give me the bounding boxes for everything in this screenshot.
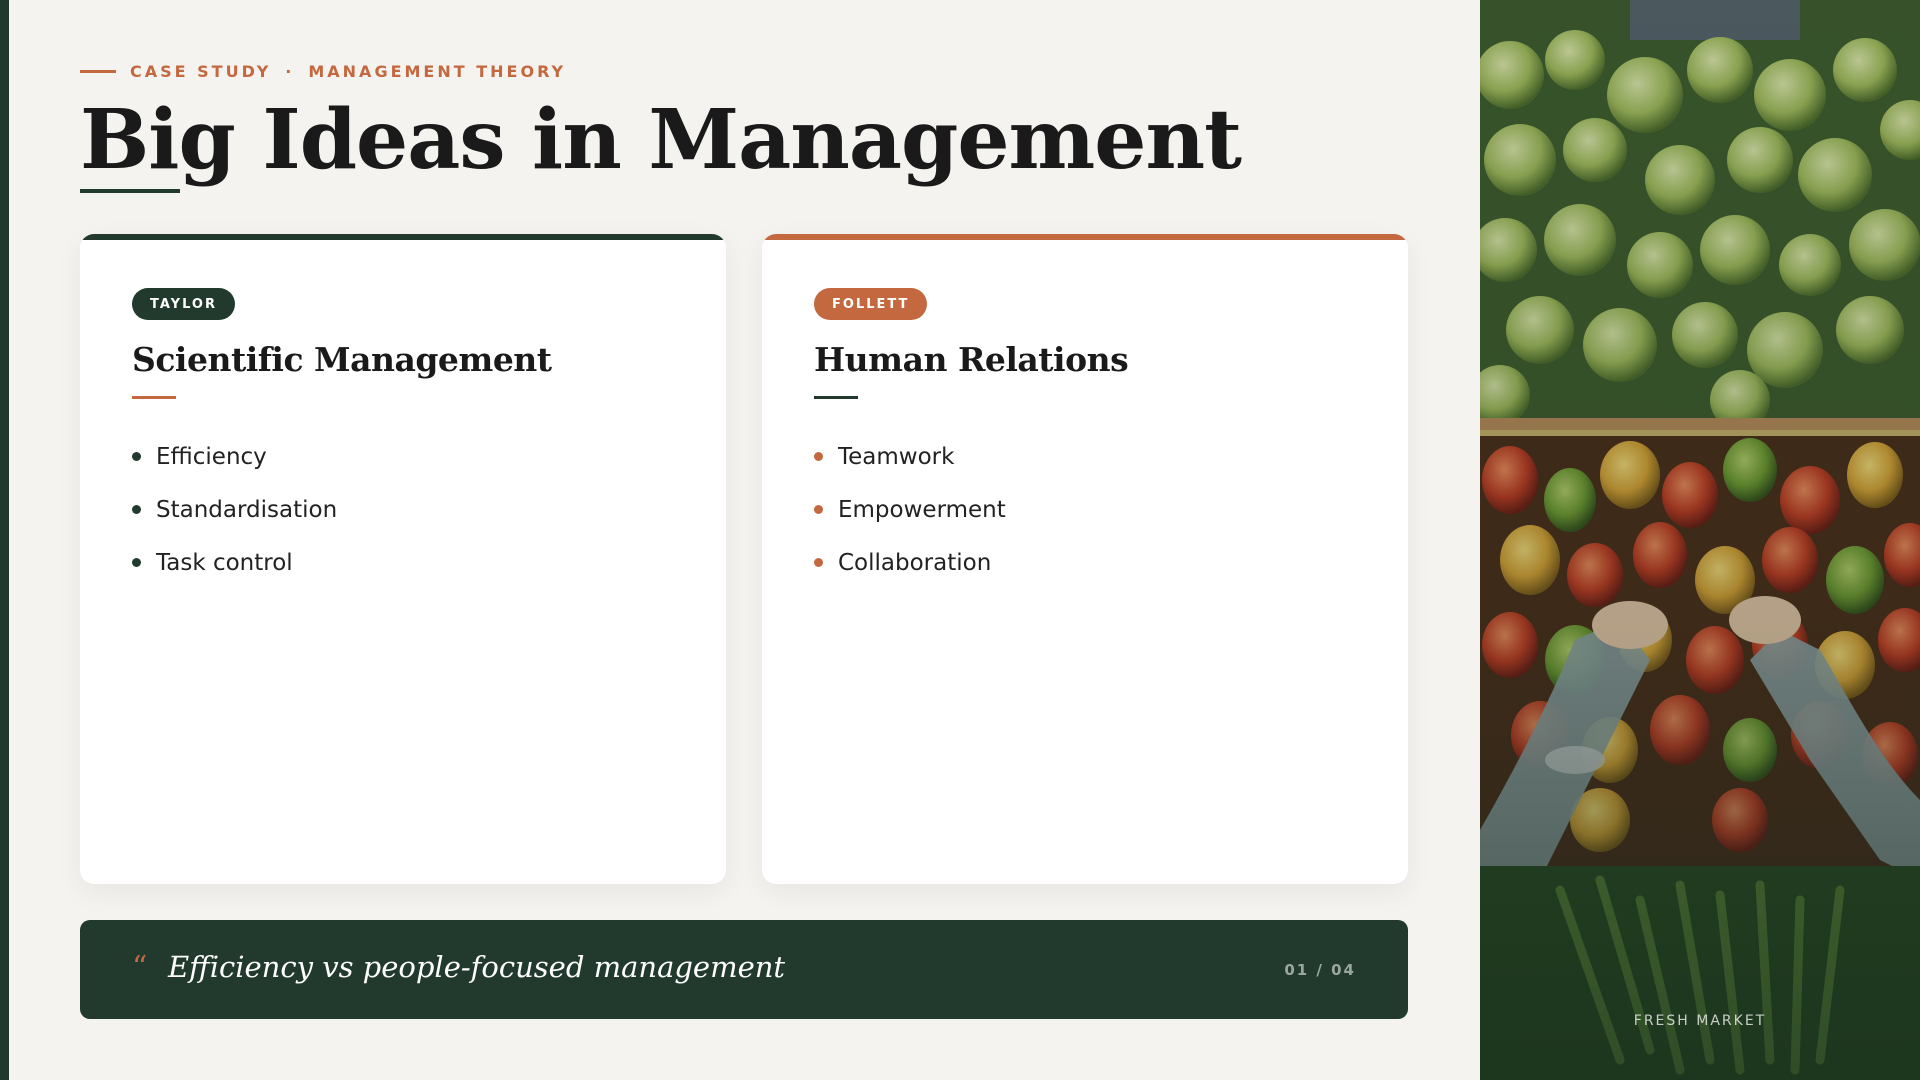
eyebrow-topic: MANAGEMENT THEORY (308, 62, 567, 81)
card-title-rule (814, 396, 858, 399)
list-item: Empowerment (814, 483, 1006, 536)
card-scientific-management: TAYLOR Scientific Management Efficiency … (80, 234, 726, 884)
title-underline (80, 189, 180, 193)
badge-taylor: TAYLOR (132, 288, 235, 320)
left-edge-stripe (0, 0, 9, 1080)
list-item: Standardisation (132, 483, 337, 536)
quote-banner: “ Efficiency vs people-focused managemen… (80, 920, 1408, 1019)
card-human-relations: FOLLETT Human Relations Teamwork Empower… (762, 234, 1408, 884)
slide-content: CASE STUDY · MANAGEMENT THEORY Big Ideas… (9, 0, 1480, 1080)
eyebrow-separator: · (285, 62, 295, 81)
card-title: Scientific Management (132, 340, 552, 379)
card-title: Human Relations (814, 340, 1129, 379)
eyebrow-case-study: CASE STUDY (130, 62, 272, 81)
photo-caption: FRESH MARKET (1633, 1013, 1767, 1029)
list-item-text: Task control (156, 549, 293, 576)
list-item-text: Standardisation (156, 496, 338, 523)
quote-mark-icon: “ (132, 950, 148, 985)
list-item-text: Teamwork (838, 443, 955, 470)
eyebrow: CASE STUDY · MANAGEMENT THEORY (80, 62, 566, 81)
list-item-text: Empowerment (838, 496, 1006, 523)
eyebrow-rule (80, 70, 116, 73)
list-item: Efficiency (132, 430, 337, 483)
bullet-dot-icon (814, 452, 823, 461)
quote-text: Efficiency vs people-focused management (168, 950, 786, 984)
list-item-text: Collaboration (838, 549, 992, 576)
page-indicator: 01 / 04 (1284, 961, 1356, 979)
bullet-dot-icon (132, 505, 141, 514)
list-item-text: Efficiency (156, 443, 267, 470)
card-title-rule (132, 396, 176, 399)
bullet-dot-icon (814, 558, 823, 567)
bullet-dot-icon (132, 452, 141, 461)
market-produce-photo: FRESH MARKET (1480, 0, 1920, 1080)
card-accent-bar (762, 234, 1408, 240)
badge-follett: FOLLETT (814, 288, 928, 320)
bullet-list: Efficiency Standardisation Task control (132, 430, 337, 589)
list-item: Teamwork (814, 430, 1006, 483)
card-accent-bar (80, 234, 726, 240)
list-item: Task control (132, 536, 337, 589)
list-item: Collaboration (814, 536, 1006, 589)
bullet-dot-icon (814, 505, 823, 514)
photo-overlay (1480, 0, 1920, 1080)
bullet-list: Teamwork Empowerment Collaboration (814, 430, 1006, 589)
slide-title: Big Ideas in Management (80, 92, 1242, 188)
bullet-dot-icon (132, 558, 141, 567)
